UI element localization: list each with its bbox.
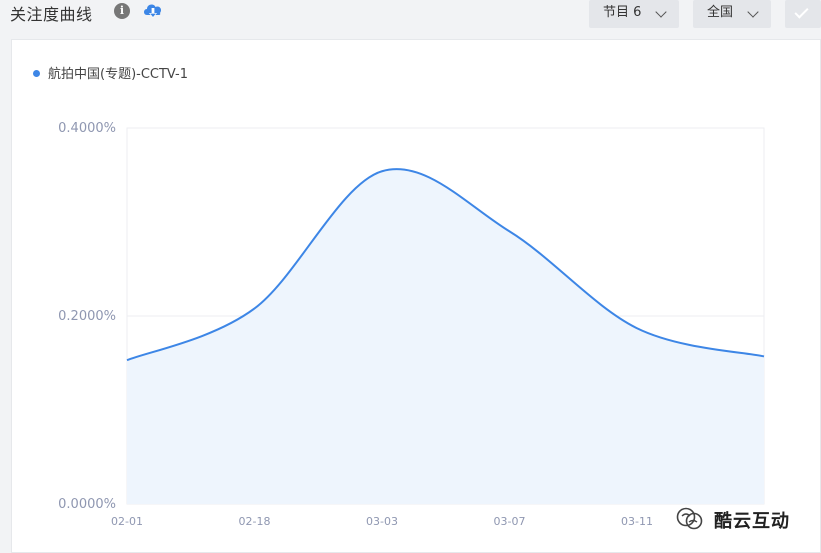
y-tick-label: 0.4000% (58, 121, 116, 136)
x-tick-label: 02-18 (239, 515, 271, 528)
data-point (124, 357, 130, 363)
data-point (252, 305, 258, 311)
watermark-text: 酷云互动 (714, 511, 790, 532)
y-tick-label: 0.2000% (58, 309, 116, 324)
data-point (761, 353, 767, 359)
x-tick-label: 03-11 (621, 515, 653, 528)
x-tick-label: 02-01 (111, 515, 143, 528)
y-tick-label: 0.0000% (58, 497, 116, 512)
data-point (379, 168, 385, 174)
data-point (507, 228, 513, 234)
attention-curve-chart: 0.0000% 0.2000% 0.4000% 02-01 02-18 03-03 03-0… (58, 121, 767, 528)
x-tick-label: 03-07 (494, 515, 526, 528)
wechat-logo-icon (676, 507, 703, 530)
series-area-fill (127, 169, 764, 504)
x-tick-label: 03-03 (366, 515, 398, 528)
data-point (634, 325, 640, 331)
